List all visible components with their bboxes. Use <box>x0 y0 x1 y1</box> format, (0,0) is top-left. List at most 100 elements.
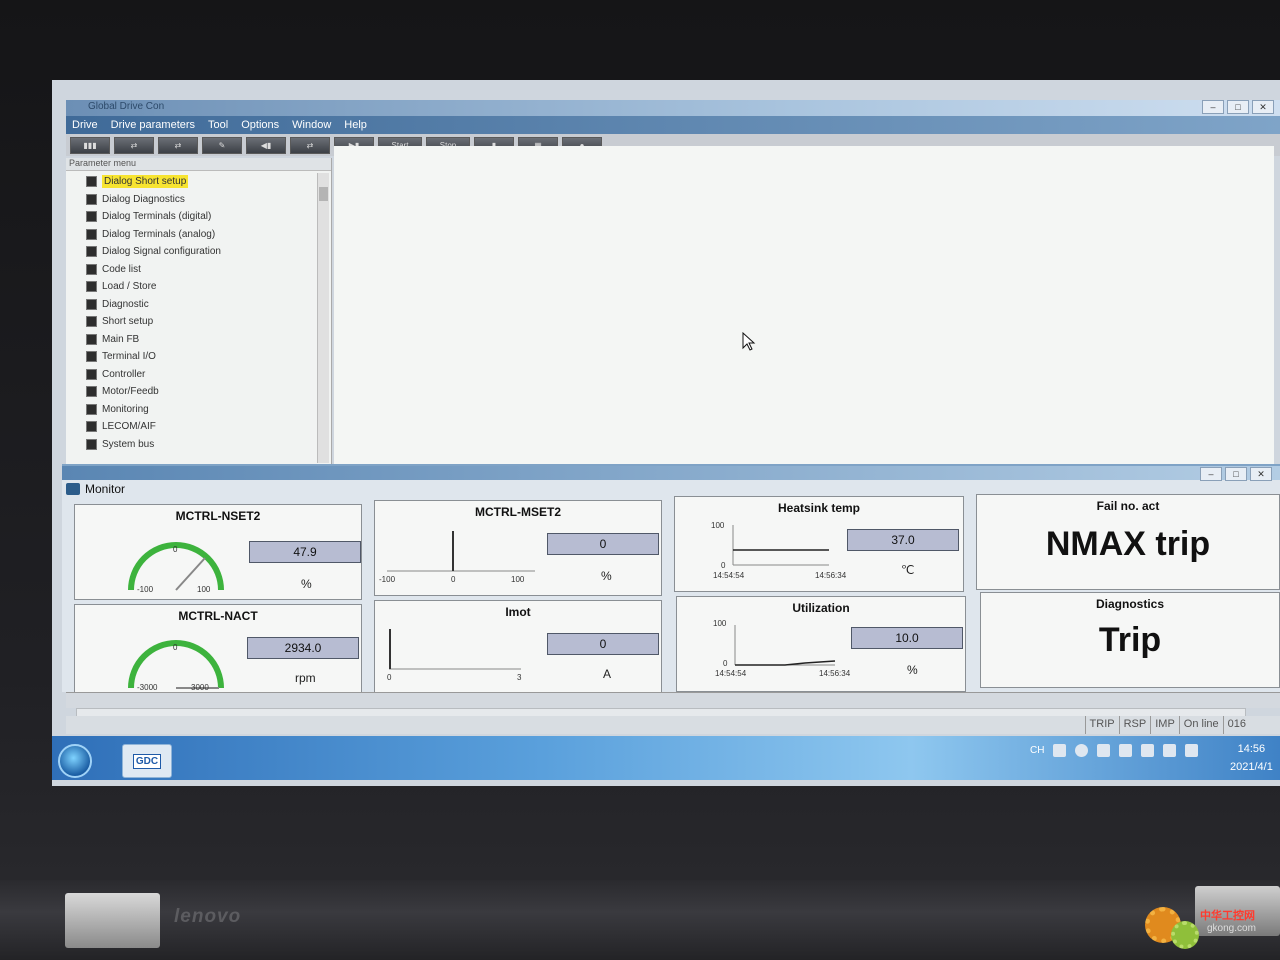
tree-item[interactable]: Motor/Feedb <box>66 383 316 401</box>
toolbar-button[interactable]: ◀▮ <box>246 136 286 154</box>
tree-item[interactable]: Short setup <box>66 313 316 331</box>
status-code: 016 <box>1222 716 1250 734</box>
gauge-min: -3000 <box>137 683 158 692</box>
close-button[interactable]: ✕ <box>1252 100 1274 114</box>
folder-icon <box>86 421 97 433</box>
status-imp: IMP <box>1150 716 1179 734</box>
axis-ymax: 100 <box>713 619 727 628</box>
tree-item[interactable]: LECOM/AIF <box>66 418 316 436</box>
tree-item[interactable]: Main FB <box>66 331 316 349</box>
minimize-button[interactable]: – <box>1202 100 1224 114</box>
tree-item-label: Motor/Feedb <box>102 386 159 398</box>
nact-unit: rpm <box>295 671 316 685</box>
folder-icon <box>86 386 97 398</box>
tree-item[interactable]: Code list <box>66 261 316 279</box>
gear-icon <box>1171 921 1199 949</box>
gdc-task-button[interactable]: GDC <box>122 744 172 778</box>
menubar: Drive Drive parameters Tool Options Wind… <box>66 116 1280 134</box>
axis-t0: 14:54:54 <box>713 571 745 580</box>
system-tray: CH <box>1030 744 1199 757</box>
tree-item[interactable]: Dialog Terminals (analog) <box>66 226 316 244</box>
tree-item[interactable]: Monitoring <box>66 401 316 419</box>
nset2-unit: % <box>301 577 312 591</box>
panel-title: MCTRL-MSET2 <box>475 505 561 519</box>
hinge-left <box>65 893 160 948</box>
help-icon[interactable] <box>1075 744 1089 757</box>
tree-item-label: Dialog Signal configuration <box>102 246 221 258</box>
minimize-button[interactable]: – <box>1200 467 1222 481</box>
status-rsp: RSP <box>1118 716 1151 734</box>
tree-item[interactable]: Dialog Terminals (digital) <box>66 208 316 226</box>
tree-item[interactable]: Controller <box>66 366 316 384</box>
menu-window[interactable]: Window <box>292 119 331 131</box>
tray-arrow-icon[interactable] <box>1097 744 1111 757</box>
tree-item[interactable]: Dialog Signal configuration <box>66 243 316 261</box>
restore-button[interactable]: □ <box>1225 467 1247 481</box>
tree-scrollbar[interactable] <box>317 173 329 463</box>
tree-item-label: Load / Store <box>102 281 157 293</box>
axis-ymin: 0 <box>723 659 728 668</box>
flag-icon[interactable] <box>1119 744 1133 757</box>
nset2-value: 47.9 <box>249 541 361 563</box>
network-icon[interactable] <box>1163 744 1177 757</box>
start-button[interactable] <box>58 744 92 778</box>
folder-icon <box>86 316 97 328</box>
toolbar-button[interactable]: ✎ <box>202 136 242 154</box>
menu-help[interactable]: Help <box>344 119 367 131</box>
panel-fail: Fail no. act NMAX trip <box>976 494 1280 590</box>
language-indicator[interactable]: CH <box>1030 745 1044 756</box>
imot-unit: A <box>603 667 612 681</box>
battery-icon[interactable] <box>1185 744 1199 757</box>
folder-icon <box>86 403 97 415</box>
clock[interactable]: 14:56 2021/4/1 <box>1230 740 1273 776</box>
toolbar-button[interactable]: ▮▮▮ <box>70 136 110 154</box>
panel-title: Utilization <box>792 601 850 615</box>
toolbar-button[interactable]: ⇄ <box>290 136 330 154</box>
tree-item[interactable]: Dialog Diagnostics <box>66 191 316 209</box>
close-button[interactable]: ✕ <box>1250 467 1272 481</box>
tree-item[interactable]: Load / Store <box>66 278 316 296</box>
scroll-thumb[interactable] <box>319 187 328 201</box>
tree-item-label: Dialog Diagnostics <box>102 193 185 205</box>
toolbar-button[interactable]: ⇄ <box>114 136 154 154</box>
utilization-unit: % <box>907 663 918 677</box>
keyboard-icon[interactable] <box>1053 744 1067 757</box>
panel-diagnostics: Diagnostics Trip <box>980 592 1280 688</box>
mset2-value: 0 <box>547 533 659 555</box>
tree-item[interactable]: Diagnostic <box>66 296 316 314</box>
tree-item[interactable]: Dialog Short setup <box>66 173 316 191</box>
toolbar-button[interactable]: ⇄ <box>158 136 198 154</box>
panel-title: Imot <box>505 605 531 619</box>
nact-value: 2934.0 <box>247 637 359 659</box>
horizontal-scroll-area <box>66 692 1280 720</box>
screen: Global Drive Con – □ ✕ Drive Drive param… <box>52 80 1280 786</box>
monitor-title: Monitor <box>66 480 125 498</box>
tree-item[interactable]: Terminal I/O <box>66 348 316 366</box>
folder-icon <box>86 228 97 240</box>
folder-icon <box>86 193 97 205</box>
axis-min: -100 <box>379 575 396 584</box>
clock-date: 2021/4/1 <box>1230 761 1273 773</box>
monitor-window: – □ ✕ Monitor MCTRL-NSET2 0 -100 100 47.… <box>62 464 1280 700</box>
clock-time: 14:56 <box>1237 743 1266 755</box>
menu-drive[interactable]: Drive <box>72 119 98 131</box>
maximize-button[interactable]: □ <box>1227 100 1249 114</box>
panel-imot: Imot 0 3 0 A <box>374 600 662 696</box>
menu-options[interactable]: Options <box>241 119 279 131</box>
diagnostics-text: Trip <box>1098 621 1162 659</box>
work-area[interactable] <box>334 146 1274 464</box>
tree-item-label: Short setup <box>102 316 154 328</box>
tree-item-label: Dialog Short setup <box>102 175 189 189</box>
axis-t0: 14:54:54 <box>715 669 747 678</box>
status-online: On line <box>1178 716 1223 734</box>
speaker-icon[interactable] <box>1141 744 1155 757</box>
tree-item[interactable]: System bus <box>66 436 316 454</box>
tree-item-label: System bus <box>102 438 155 450</box>
panel-title: Diagnostics <box>1095 597 1164 611</box>
menu-drive-parameters[interactable]: Drive parameters <box>111 119 195 131</box>
tree-item-label: Code list <box>102 263 141 275</box>
heatsink-value: 37.0 <box>847 529 959 551</box>
panel-title: MCTRL-NSET2 <box>175 509 261 523</box>
watermark-url: gkong.com <box>1207 923 1256 934</box>
menu-tool[interactable]: Tool <box>208 119 228 131</box>
